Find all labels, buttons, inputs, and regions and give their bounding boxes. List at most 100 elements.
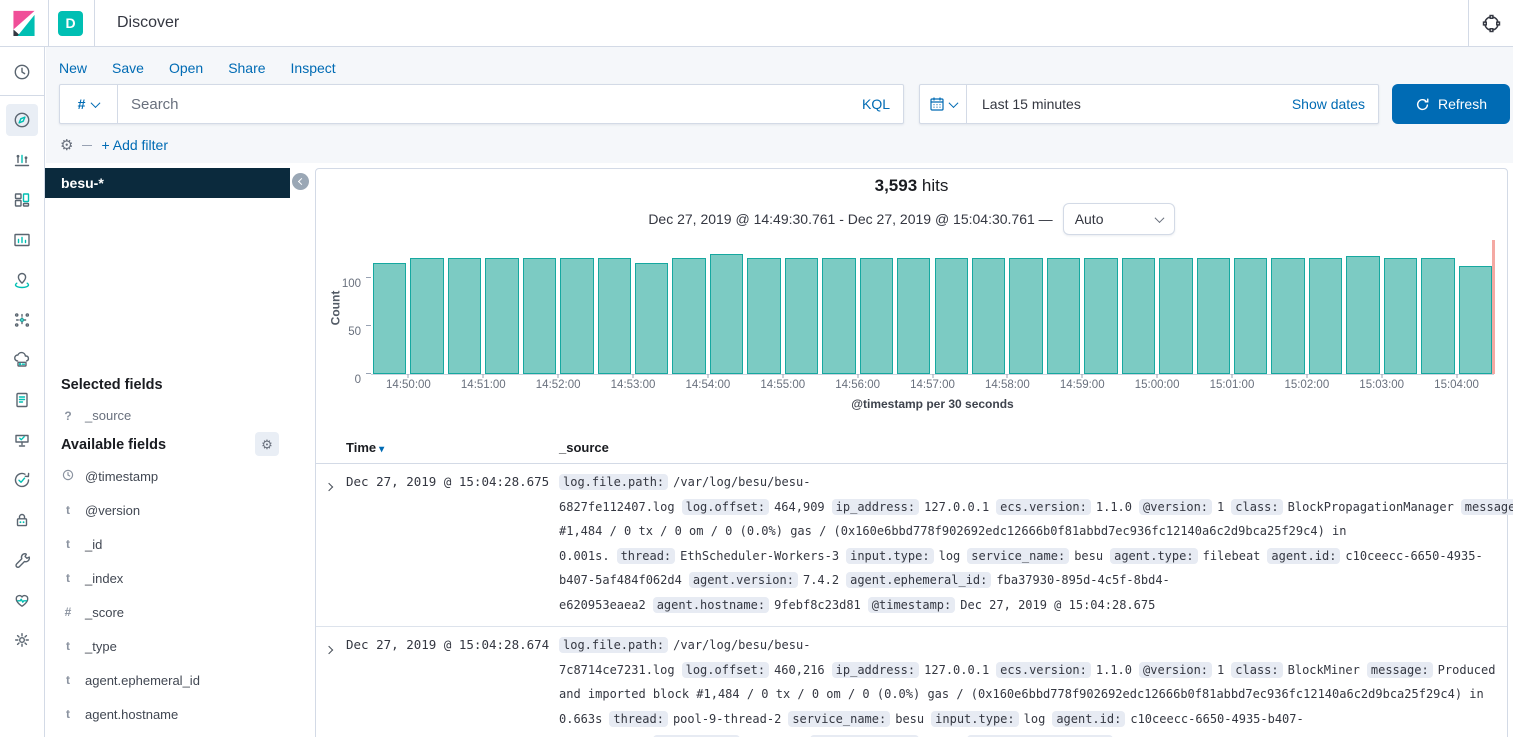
header-right-actions <box>1468 0 1513 46</box>
filter-options-gear-icon[interactable]: ⚙ <box>60 138 73 153</box>
histogram-bar[interactable] <box>747 258 780 374</box>
histogram-bar[interactable] <box>672 258 705 374</box>
menu-link-open[interactable]: Open <box>169 60 203 76</box>
field-item-agent.id[interactable]: tagent.id <box>62 731 302 737</box>
histogram-bar[interactable] <box>373 263 406 374</box>
nav-item-machine-learning[interactable] <box>6 304 38 336</box>
nav-item-logs[interactable] <box>6 384 38 416</box>
nav-item-apm[interactable] <box>6 464 38 496</box>
histogram-plot-area[interactable]: @timestamp per 30 seconds 05010014:50:00… <box>371 245 1494 375</box>
histogram-bar[interactable] <box>410 258 443 374</box>
histogram-bar[interactable] <box>972 258 1005 374</box>
kibana-logo[interactable] <box>0 0 49 46</box>
help-button[interactable] <box>1469 13 1513 34</box>
histogram-bar[interactable] <box>523 258 556 374</box>
nav-item-uptime[interactable] <box>6 424 38 456</box>
field-item-_score[interactable]: #_score <box>62 595 302 629</box>
field-settings-button[interactable]: ⚙ <box>255 432 279 456</box>
histogram-bar[interactable] <box>860 258 893 374</box>
metrics-cloud-icon <box>12 350 32 370</box>
time-range-value[interactable]: Last 15 minutes <box>967 96 1292 112</box>
time-column-header[interactable]: Time▾ <box>346 440 384 455</box>
histogram-chart: Count @timestamp per 30 seconds 05010014… <box>316 239 1507 409</box>
field-item-agent.hostname[interactable]: tagent.hostname <box>62 697 302 731</box>
histogram-bar[interactable] <box>560 258 593 374</box>
selected-field-_source[interactable]: ?_source <box>62 408 131 423</box>
histogram-bar[interactable] <box>785 258 818 374</box>
histogram-bar[interactable] <box>1346 256 1379 374</box>
nav-item-dashboard[interactable] <box>6 184 38 216</box>
field-item-@timestamp[interactable]: @timestamp <box>62 459 302 493</box>
histogram-bar[interactable] <box>1459 266 1492 374</box>
x-tick-mark <box>932 374 933 378</box>
menu-link-save[interactable]: Save <box>112 60 144 76</box>
histogram-bar[interactable] <box>822 258 855 374</box>
source-field-value: 1.1.0 <box>1096 500 1132 514</box>
histogram-bar[interactable] <box>1421 258 1454 374</box>
interval-select[interactable]: Auto <box>1063 203 1175 235</box>
expand-row-button[interactable] <box>326 640 332 658</box>
expand-row-button[interactable] <box>326 477 332 495</box>
nav-item-discover[interactable] <box>6 104 38 136</box>
histogram-bar[interactable] <box>1234 258 1267 374</box>
histogram-bar[interactable] <box>1197 258 1230 374</box>
nav-item-metrics[interactable] <box>6 344 38 376</box>
histogram-bar[interactable] <box>1084 258 1117 374</box>
histogram-bar[interactable] <box>485 258 518 374</box>
source-field-name: agent.version: <box>689 572 798 588</box>
date-quick-select-button[interactable] <box>920 85 967 123</box>
histogram-bar[interactable] <box>1047 258 1080 374</box>
histogram-bar[interactable] <box>710 254 743 374</box>
menu-link-inspect[interactable]: Inspect <box>291 60 336 76</box>
header-divider <box>94 0 95 46</box>
collapse-sidebar-button[interactable] <box>292 173 309 190</box>
nav-item-siem[interactable] <box>6 504 38 536</box>
x-tick-mark <box>1306 374 1307 378</box>
row-time: Dec 27, 2019 @ 15:04:28.675 <box>346 470 549 494</box>
histogram-bar[interactable] <box>1384 258 1417 374</box>
nav-item-stack-monitoring[interactable] <box>6 584 38 616</box>
menu-link-new[interactable]: New <box>59 60 87 76</box>
nav-item-recent[interactable] <box>6 56 38 88</box>
histogram-bar[interactable] <box>1159 258 1192 374</box>
x-tick-label: 14:57:00 <box>910 379 955 391</box>
histogram-bar[interactable] <box>598 258 631 374</box>
histogram-bar[interactable] <box>1271 258 1304 374</box>
saved-query-menu-button[interactable]: # <box>60 85 118 123</box>
histogram-bar[interactable] <box>1309 258 1342 374</box>
discover-app-badge[interactable]: D <box>58 11 83 36</box>
nav-item-canvas[interactable] <box>6 224 38 256</box>
field-item-_type[interactable]: t_type <box>62 629 302 663</box>
chevron-right-icon <box>325 646 333 654</box>
search-input[interactable] <box>118 96 849 113</box>
histogram-bar[interactable] <box>897 258 930 374</box>
histogram-bar[interactable] <box>635 263 668 374</box>
source-field-value: BlockMiner <box>1288 663 1360 677</box>
nav-item-visualize[interactable] <box>6 144 38 176</box>
source-field-value: BlockPropagationManager <box>1288 500 1454 514</box>
add-filter-button[interactable]: + Add filter <box>101 137 168 153</box>
discover-compass-icon <box>12 110 32 130</box>
histogram-bar[interactable] <box>935 258 968 374</box>
fields-sidebar: besu-* Selected fields ?_source Availabl… <box>45 168 315 737</box>
histogram-bar[interactable] <box>1122 258 1155 374</box>
field-item-agent.ephemeral_id[interactable]: tagent.ephemeral_id <box>62 663 302 697</box>
kql-toggle[interactable]: KQL <box>849 96 903 112</box>
source-field-value: besu <box>895 712 924 726</box>
histogram-bar[interactable] <box>448 258 481 374</box>
menu-link-share[interactable]: Share <box>228 60 265 76</box>
field-item-_id[interactable]: t_id <box>62 527 302 561</box>
x-tick-mark <box>1231 374 1232 378</box>
show-dates-button[interactable]: Show dates <box>1292 96 1378 112</box>
refresh-button[interactable]: Refresh <box>1392 84 1510 124</box>
field-item-@version[interactable]: t@version <box>62 493 302 527</box>
y-tick-label: 0 <box>355 374 361 386</box>
nav-item-management[interactable] <box>6 624 38 656</box>
histogram-bar[interactable] <box>1009 258 1042 374</box>
source-field-name: service_name: <box>967 548 1069 564</box>
siem-lock-icon <box>12 510 32 530</box>
nav-item-maps[interactable] <box>6 264 38 296</box>
field-item-_index[interactable]: t_index <box>62 561 302 595</box>
nav-item-dev-tools[interactable] <box>6 544 38 576</box>
index-pattern-selector[interactable]: besu-* <box>45 168 290 198</box>
